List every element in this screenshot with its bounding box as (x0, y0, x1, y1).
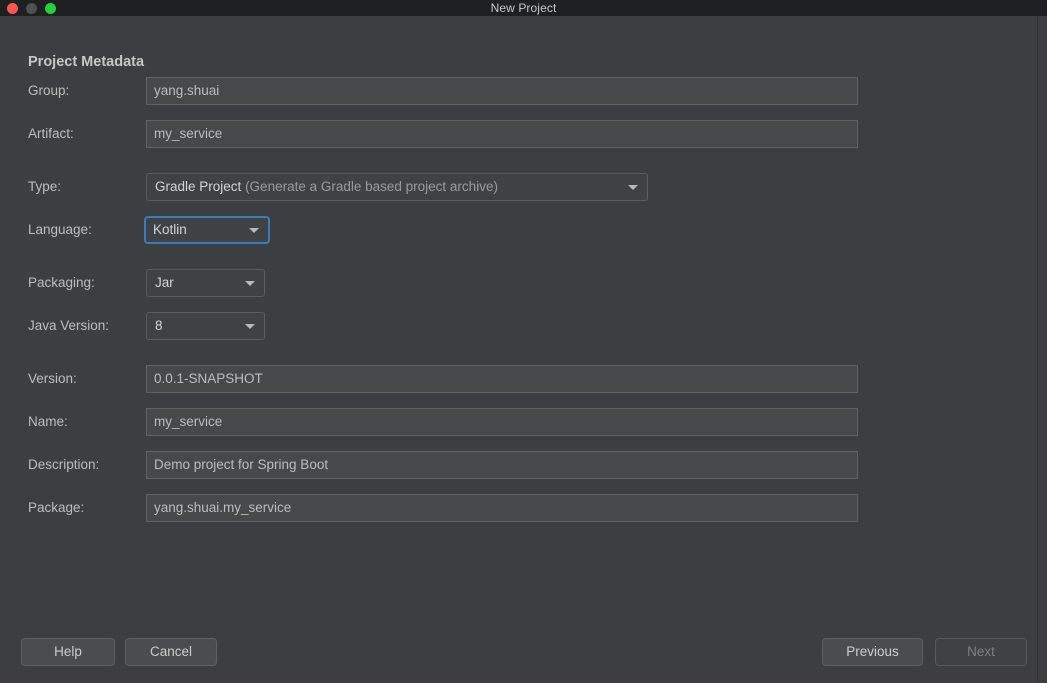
java-version-dropdown[interactable]: 8 (146, 312, 265, 340)
cancel-button[interactable]: Cancel (125, 638, 217, 666)
chevron-down-icon (245, 324, 255, 329)
artifact-input[interactable]: my_service (146, 120, 858, 148)
chevron-down-icon (628, 185, 638, 190)
java-version-value: 8 (155, 318, 163, 333)
page-title: Project Metadata (28, 54, 145, 70)
next-button[interactable]: Next (935, 638, 1027, 666)
package-input[interactable]: yang.shuai.my_service (146, 494, 858, 522)
previous-button[interactable]: Previous (822, 638, 923, 666)
version-input[interactable]: 0.0.1-SNAPSHOT (146, 365, 858, 393)
type-value: Gradle Project (155, 179, 242, 194)
dialog-body: Project Metadata Group: yang.shuai Artif… (0, 16, 1037, 683)
name-input[interactable]: my_service (146, 408, 858, 436)
label-language: Language: (28, 222, 92, 237)
label-package: Package: (28, 500, 85, 515)
description-input[interactable]: Demo project for Spring Boot (146, 451, 858, 479)
group-input[interactable]: yang.shuai (146, 77, 858, 105)
titlebar: New Project (0, 0, 1047, 16)
type-dropdown[interactable]: Gradle Project (Generate a Gradle based … (146, 173, 648, 201)
label-version: Version: (28, 371, 77, 386)
label-artifact: Artifact: (28, 126, 74, 141)
label-description: Description: (28, 457, 100, 472)
language-dropdown[interactable]: Kotlin (144, 216, 270, 244)
packaging-value: Jar (155, 275, 174, 290)
language-value: Kotlin (153, 222, 187, 237)
label-packaging: Packaging: (28, 275, 95, 290)
chevron-down-icon (245, 281, 255, 286)
type-hint: (Generate a Gradle based project archive… (245, 179, 498, 194)
label-type: Type: (28, 179, 62, 194)
label-group: Group: (28, 83, 70, 98)
chevron-down-icon (249, 228, 259, 233)
label-java-version: Java Version: (28, 318, 110, 333)
packaging-dropdown[interactable]: Jar (146, 269, 265, 297)
label-name: Name: (28, 414, 68, 429)
new-project-dialog: New Project Project Metadata Group: yang… (0, 0, 1047, 683)
window-title: New Project (490, 1, 557, 15)
help-button[interactable]: Help (21, 638, 115, 666)
vertical-scrollbar[interactable] (1037, 16, 1047, 683)
